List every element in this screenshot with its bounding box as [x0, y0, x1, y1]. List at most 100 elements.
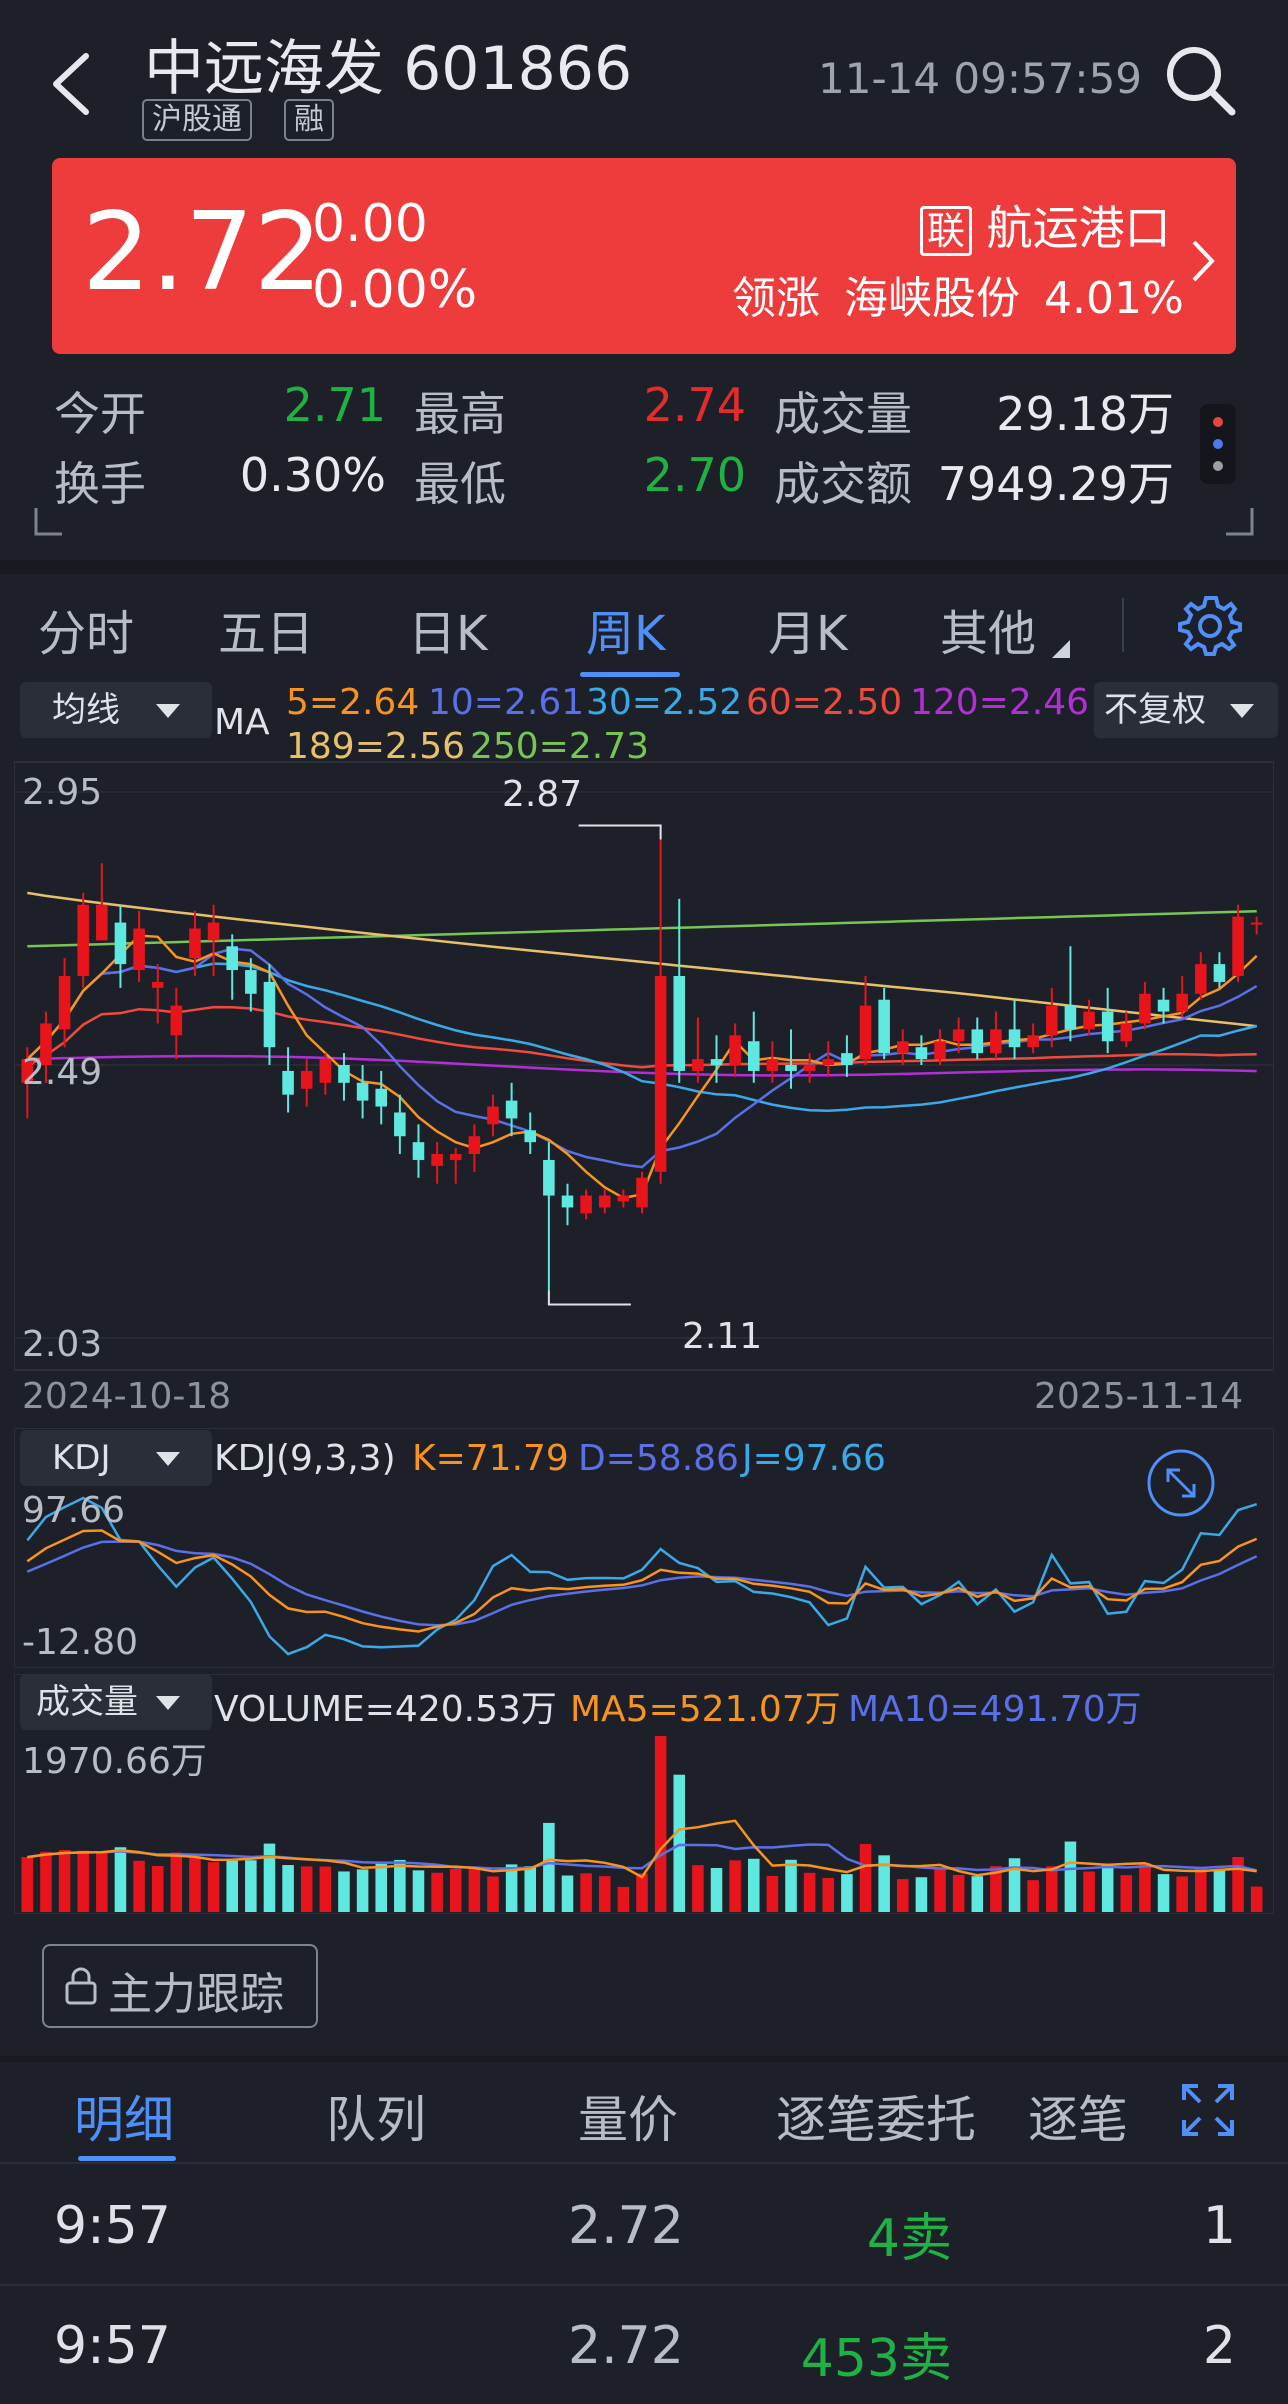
volume-bar	[897, 1879, 909, 1912]
volume-bar	[915, 1877, 928, 1912]
volume-bar	[1027, 1880, 1039, 1912]
fullscreen-chart-button[interactable]	[1146, 1448, 1216, 1518]
candle-body	[915, 1047, 928, 1060]
more-stats-toggle[interactable]	[1200, 404, 1236, 484]
datetime: 11-14 09:57:59	[818, 54, 1143, 103]
adjust-select[interactable]: 不复权	[1094, 682, 1278, 738]
volume-bar	[1250, 1886, 1263, 1912]
tab-week-k[interactable]: 周K	[586, 594, 665, 664]
candle-body	[356, 1082, 369, 1101]
candle	[1120, 1011, 1133, 1048]
tab-minute[interactable]: 分时	[38, 594, 134, 664]
candle-body	[431, 1154, 443, 1166]
fullscreen-detail-button[interactable]	[1180, 2082, 1236, 2138]
volume-bar	[1176, 1876, 1188, 1912]
high-value: 2.74	[643, 378, 746, 432]
turnover-value: 0.30%	[239, 448, 386, 502]
tab-month-k[interactable]: 月K	[768, 594, 847, 664]
chart-settings-button[interactable]	[1178, 594, 1242, 658]
candle	[356, 1065, 369, 1119]
volume-bar	[58, 1849, 71, 1912]
ma30-value: 30=2.52	[586, 682, 743, 723]
candle-body	[1064, 1005, 1077, 1030]
y-mid-label: 2.49	[22, 1052, 103, 1093]
kdj-panel[interactable]: KDJ KDJ(9,3,3) K=71.79 D=58.86 J=97.66 9…	[14, 1428, 1274, 1668]
candle-body	[934, 1041, 946, 1060]
candle	[300, 1059, 313, 1107]
tabs-divider	[0, 2162, 1288, 2164]
tab-detail[interactable]: 明细	[74, 2080, 174, 2152]
volume-bar	[282, 1865, 294, 1912]
main-force-label: 主力跟踪	[108, 1969, 284, 2020]
back-button[interactable]	[44, 44, 104, 124]
ma10-value: 10=2.61	[428, 682, 585, 723]
price-change: 0.00	[312, 194, 428, 254]
max-leader-line	[578, 824, 662, 840]
kdj-select[interactable]: KDJ	[20, 1430, 212, 1486]
volume-bar	[375, 1861, 387, 1912]
kline-panel[interactable]: 均线 MA 5=2.64 10=2.61 30=2.52 60=2.50 120…	[14, 682, 1278, 1372]
price-change-pct: 0.00%	[312, 260, 478, 320]
candle	[412, 1124, 425, 1178]
candle-body	[375, 1088, 387, 1107]
tab-queue[interactable]: 队列	[326, 2080, 426, 2152]
volume-select[interactable]: 成交量	[20, 1674, 212, 1730]
x-start-label: 2024-10-18	[22, 1376, 232, 1417]
tab-other[interactable]: 其他	[940, 594, 1036, 664]
candle	[729, 1023, 741, 1077]
ma189-value: 189=2.56	[286, 726, 466, 767]
tab-tick-by-tick[interactable]: 逐笔	[1028, 2080, 1128, 2152]
tab-order-by-order[interactable]: 逐笔委托	[776, 2080, 976, 2152]
candle	[878, 987, 890, 1060]
volume-panel[interactable]: 成交量 VOLUME=420.53万 MA5=521.07万 MA10=491.…	[14, 1674, 1274, 1914]
candle-body	[598, 1195, 611, 1208]
candle-body	[319, 1059, 332, 1083]
search-icon	[1167, 47, 1236, 116]
volume-bar	[356, 1869, 369, 1912]
candle-body	[1120, 1023, 1133, 1042]
main-force-button[interactable]: 主力跟踪	[42, 1944, 318, 2028]
sector-link[interactable]: 联 航运港口	[920, 192, 1171, 258]
candle	[654, 839, 667, 1184]
search-button[interactable]	[1160, 40, 1240, 120]
candle-body	[617, 1195, 630, 1202]
tab-day-k[interactable]: 日K	[408, 594, 487, 664]
volume-bar	[692, 1865, 704, 1912]
volume-bar	[431, 1872, 443, 1912]
indicator-select[interactable]: 均线	[20, 682, 212, 738]
candle	[990, 1011, 1002, 1060]
low-label: 最低	[414, 457, 506, 511]
candle	[598, 1189, 611, 1214]
candle-body	[636, 1177, 648, 1208]
candle	[151, 964, 164, 1024]
y-bottom-label: 2.03	[22, 1324, 103, 1365]
volume-bar	[617, 1886, 630, 1912]
candle	[524, 1112, 537, 1155]
adjust-select-label: 不复权	[1104, 690, 1206, 730]
volume-bar	[1064, 1841, 1077, 1912]
volume-bar	[747, 1858, 760, 1912]
candle-body	[1157, 999, 1170, 1012]
tab-volume-price[interactable]: 量价	[578, 2080, 678, 2152]
trade-row: 9:57 2.72 4卖 1	[0, 2166, 1288, 2286]
candle-body	[263, 981, 276, 1048]
dots-icon	[1213, 417, 1223, 471]
candle-body	[710, 1059, 723, 1065]
tab-five-day[interactable]: 五日	[218, 594, 314, 664]
volume-bar	[207, 1862, 220, 1912]
y-top-label: 2.95	[22, 772, 103, 813]
chevron-left-icon	[53, 53, 89, 115]
candle-body	[803, 1065, 816, 1071]
volume-label: 成交量	[774, 387, 912, 441]
candle-body	[1195, 964, 1207, 994]
candle	[505, 1082, 518, 1137]
candle-body	[822, 1059, 835, 1065]
lead-pct: 4.01%	[1044, 273, 1184, 324]
chevron-right-icon[interactable]	[1188, 236, 1218, 286]
volume-bar	[636, 1873, 648, 1912]
caret-down-icon	[156, 1696, 180, 1710]
candle-body	[1139, 993, 1151, 1024]
expand-stats-icon[interactable]	[34, 506, 1254, 536]
candle-body	[505, 1100, 518, 1119]
candle	[1008, 999, 1021, 1060]
